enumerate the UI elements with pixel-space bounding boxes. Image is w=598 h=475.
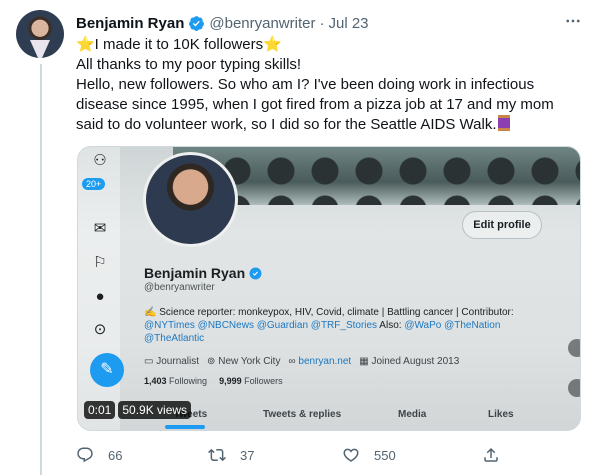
- followers-count: 9,999: [219, 376, 242, 386]
- edit-profile-button: Edit profile: [462, 211, 542, 239]
- tweet-text: ⭐I made it to 10K followers⭐ All thanks …: [76, 35, 576, 135]
- author-handle[interactable]: @benryanwriter: [209, 15, 315, 32]
- video-edge-control[interactable]: [568, 339, 580, 357]
- author-name[interactable]: Benjamin Ryan: [76, 15, 184, 32]
- share-icon: [484, 447, 498, 462]
- verified-badge-icon: [189, 15, 205, 31]
- following-label: Following: [169, 376, 208, 386]
- profile-verified-icon: [249, 267, 262, 279]
- profile-bio: ✍ Science reporter: monkeypox, HIV, Covi…: [144, 306, 564, 345]
- video-edge-control-2[interactable]: [568, 379, 580, 397]
- active-tab-indicator: [165, 425, 205, 429]
- compose-feather-icon: ✎: [90, 353, 124, 387]
- tweet-actions: 66 37 550: [76, 446, 516, 466]
- tab-tweets-replies: Tweets & replies: [263, 409, 342, 420]
- profile-follow-counts: 1,403 Following 9,999 Followers: [144, 376, 283, 386]
- profile-photo: [143, 152, 238, 247]
- author-avatar[interactable]: [16, 10, 64, 58]
- bio-text: Science reporter: monkeypox, HIV, Covid,…: [159, 307, 514, 318]
- bio-icon: ✍: [144, 307, 160, 318]
- like-button[interactable]: 550: [342, 446, 396, 464]
- tweet-line-4: disease since 1995, when I got fired fro…: [76, 96, 554, 113]
- location-pin-icon: ⊚: [207, 356, 219, 367]
- like-count: 550: [374, 447, 396, 463]
- retweet-icon: [208, 448, 226, 462]
- reply-button[interactable]: 66: [76, 446, 122, 464]
- header-separator: ·: [319, 14, 325, 32]
- video-media[interactable]: ⚇ 20+ ✉ ⚐ ● ⊙ ✎ Edit profile Benjamin Ry…: [77, 146, 581, 431]
- retweet-count: 37: [240, 447, 255, 463]
- tweet-line-5: said to do volunteer work, so I did so f…: [76, 116, 497, 133]
- followers-label: Followers: [244, 376, 283, 386]
- bookmark-icon: ⚐: [93, 254, 107, 271]
- bio-links-1: @NYTimes @NBCNews @Guardian @TRF_Stories: [144, 320, 378, 331]
- following-count: 1,403: [144, 376, 167, 386]
- video-overlay: 0:01 50.9K views: [84, 401, 192, 419]
- mail-icon: ✉: [93, 220, 107, 237]
- tweet-line-2: All thanks to my poor typing skills!: [76, 56, 302, 73]
- link-icon: ∞: [288, 356, 299, 367]
- tweet-line-1: ⭐I made it to 10K followers⭐: [76, 36, 282, 53]
- share-button[interactable]: [482, 446, 500, 464]
- profile-occupation: Journalist: [156, 356, 200, 367]
- tweet-date[interactable]: Jul 23: [328, 15, 368, 32]
- video-views: 50.9K views: [118, 401, 192, 419]
- more-options-icon[interactable]: [562, 10, 584, 32]
- profile-name-row: Benjamin Ryan: [144, 265, 262, 281]
- profile-handle: @benryanwriter: [144, 282, 215, 293]
- tweet-line-5-wrap: said to do volunteer work, so I did so f…: [76, 115, 576, 135]
- profile-location: New York City: [218, 356, 281, 367]
- video-time: 0:01: [84, 401, 116, 419]
- tweet-header: Benjamin Ryan @benryanwriter · Jul 23: [76, 13, 369, 33]
- retweet-button[interactable]: 37: [208, 446, 254, 464]
- heart-icon: [343, 448, 359, 462]
- reply-count: 66: [108, 447, 123, 463]
- thread-line: [40, 64, 42, 475]
- tab-media: Media: [398, 409, 427, 420]
- tab-likes: Likes: [488, 409, 514, 420]
- notification-badge: 20+: [82, 178, 106, 190]
- more-circle-icon: ⊙: [93, 321, 107, 338]
- reply-icon: [77, 447, 93, 463]
- profile-meta: ▭ Journalist ⊚ New York City ∞ benryan.n…: [144, 356, 459, 367]
- screen-side-nav: ⚇ 20+ ✉ ⚐ ● ⊙ ✎: [78, 147, 124, 430]
- briefcase-icon: ▭: [144, 356, 157, 367]
- profile-icon: ●: [95, 288, 105, 305]
- bio-also: Also:: [379, 320, 402, 331]
- bio-links-3: @TheAtlantic: [144, 333, 205, 344]
- bio-links-2: @WaPo @TheNation: [404, 320, 501, 331]
- calendar-icon: ▦: [359, 356, 372, 367]
- profile-joined: Joined August 2013: [371, 356, 460, 367]
- thread-spool-emoji-icon: [498, 115, 511, 131]
- profile-website: benryan.net: [298, 356, 352, 367]
- tweet-line-3: Hello, new followers. So who am I? I've …: [76, 76, 535, 93]
- profile-name: Benjamin Ryan: [144, 265, 246, 281]
- communities-icon: ⚇: [93, 152, 107, 169]
